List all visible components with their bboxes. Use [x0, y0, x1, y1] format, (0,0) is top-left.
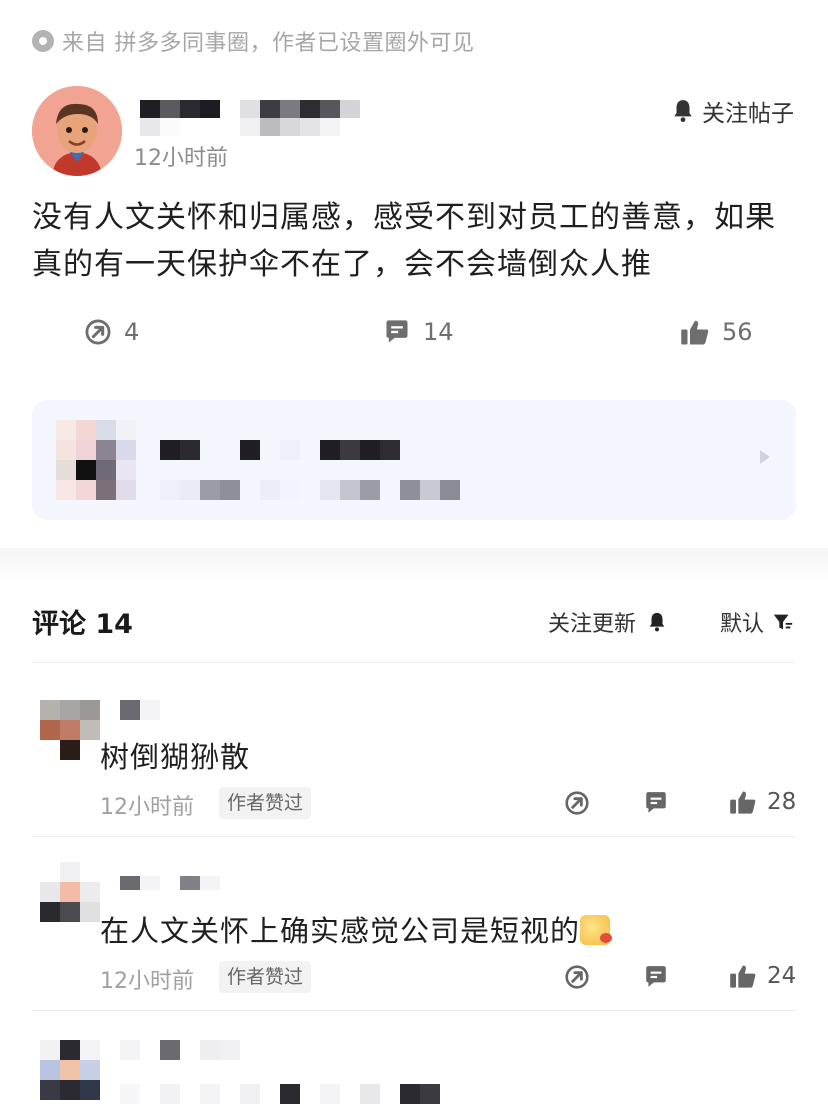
comment-like-button[interactable]: 24 [729, 963, 796, 989]
follow-post-button[interactable]: 关注帖子 [670, 94, 794, 128]
eye-dot-icon [32, 30, 54, 52]
comment-share-button[interactable] [564, 790, 590, 820]
section-divider [0, 548, 828, 584]
post-detail-page: 来自 拼多多同事圈，作者已设置圈外可见 12小时前 关注帖子 没有人文关怀和归属… [0, 0, 828, 1104]
share-arrow-icon [565, 791, 589, 815]
comments-divider [32, 662, 796, 663]
comment-text-content: 在人文关怀上确实感觉公司是短视的 [100, 914, 581, 948]
share-count: 4 [124, 318, 140, 346]
comment-reply-button[interactable] [643, 964, 669, 994]
author-name-mosaic [140, 100, 360, 136]
comment-bubble-icon [386, 320, 408, 343]
author-liked-badge: 作者赞过 [219, 787, 312, 819]
avatar-cartoon-icon [32, 86, 122, 176]
comment-like-button[interactable]: 28 [729, 789, 796, 815]
linked-content-card[interactable] [32, 400, 796, 520]
share-arrow-icon [85, 319, 111, 345]
thumbs-up-icon [730, 965, 756, 988]
comment-author-mosaic [120, 700, 160, 720]
author-avatar[interactable] [32, 86, 122, 176]
comment-text-mosaic [120, 1084, 440, 1104]
sort-button[interactable]: 默认 [720, 606, 794, 638]
comment-avatar-mosaic[interactable] [40, 700, 100, 760]
post-body: 没有人文关怀和归属感，感受不到对员工的善意，如果真的有一天保护伞不在了，会不会墙… [32, 200, 776, 282]
comment-like-count: 28 [767, 789, 797, 815]
comment-time: 12小时前 [100, 795, 194, 820]
comment-text: 树倒猢狲散 [100, 740, 251, 774]
comment-divider [32, 1010, 796, 1011]
share-button[interactable]: 4 [84, 318, 139, 346]
comment-button[interactable]: 14 [383, 318, 454, 346]
like-count: 56 [722, 318, 753, 346]
comment-time: 12小时前 [100, 969, 194, 994]
post-time: 12小时前 [134, 146, 228, 171]
post-source: 来自 拼多多同事圈，作者已设置圈外可见 [32, 26, 475, 56]
filter-sort-icon [773, 614, 793, 630]
sort-label: 默认 [720, 612, 765, 637]
thumbs-up-icon [730, 791, 756, 814]
comment-share-button[interactable] [564, 964, 590, 994]
comment-divider [32, 836, 796, 837]
comments-title: 评论 14 [32, 609, 133, 640]
author-liked-badge: 作者赞过 [219, 961, 312, 993]
bell-icon [649, 612, 665, 632]
emoji-icon [580, 915, 613, 945]
follow-post-label: 关注帖子 [702, 101, 794, 127]
post-actions: 4 14 56 [0, 318, 828, 362]
follow-updates-button[interactable]: 关注更新 [548, 606, 668, 638]
comment-like-count: 24 [767, 963, 797, 989]
post-source-text: 来自 拼多多同事圈，作者已设置圈外可见 [62, 31, 475, 56]
comment-author-mosaic [120, 876, 220, 890]
comment-avatar-mosaic[interactable] [40, 862, 100, 922]
card-thumbnail-mosaic [56, 420, 136, 500]
comment-text: 在人文关怀上确实感觉公司是短视的 [100, 908, 613, 950]
follow-updates-label: 关注更新 [548, 612, 637, 637]
share-arrow-icon [565, 965, 589, 989]
comment-reply-button[interactable] [643, 790, 669, 820]
like-button[interactable]: 56 [680, 318, 753, 346]
card-title-mosaic [160, 440, 400, 460]
comment-author-mosaic [120, 1040, 240, 1060]
chevron-right-icon [760, 450, 770, 464]
comment-count: 14 [423, 318, 454, 346]
comment-bubble-icon [646, 792, 666, 813]
bell-icon [674, 100, 692, 123]
comment-avatar-mosaic[interactable] [40, 1040, 100, 1100]
card-subtitle-mosaic [160, 480, 460, 500]
comment-bubble-icon [646, 966, 666, 987]
thumbs-up-icon [681, 320, 709, 345]
